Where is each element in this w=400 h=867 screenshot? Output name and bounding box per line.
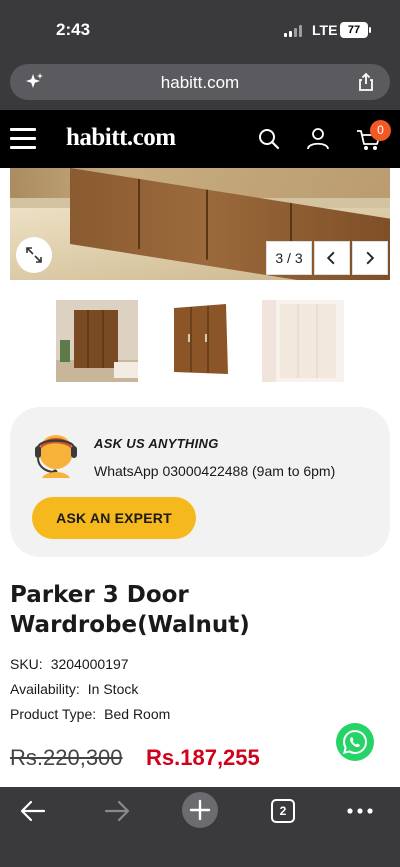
- availability-row: Availability: In Stock: [10, 681, 138, 697]
- network-type: LTE: [312, 22, 338, 38]
- ask-an-expert-button[interactable]: ASK AN EXPERT: [32, 497, 196, 539]
- sku-label: SKU:: [10, 656, 43, 672]
- cart-count-badge[interactable]: 0: [370, 120, 391, 141]
- thumbnail-2[interactable]: [160, 300, 242, 382]
- whatsapp-contact-text[interactable]: WhatsApp 03000422488 (9am to 6pm): [94, 463, 335, 479]
- next-image-button[interactable]: [352, 241, 388, 275]
- wardrobe-room-photo: [56, 300, 138, 382]
- availability-label: Availability:: [10, 681, 80, 697]
- sale-price: Rs.187,255: [146, 745, 260, 770]
- forward-icon[interactable]: [104, 799, 130, 823]
- plus-icon: [189, 799, 211, 821]
- browser-toolbar: 2: [0, 787, 400, 867]
- support-agent-icon: [35, 435, 77, 478]
- tabs-button[interactable]: 2: [271, 799, 295, 823]
- share-icon[interactable]: [356, 72, 376, 92]
- search-icon[interactable]: [258, 128, 280, 150]
- original-price: Rs.220,300: [10, 745, 123, 770]
- more-icon[interactable]: [346, 799, 374, 823]
- product-title: Parker 3 Door Wardrobe(Walnut): [10, 582, 250, 638]
- url-text[interactable]: habitt.com: [10, 73, 390, 93]
- product-type-label: Product Type:: [10, 706, 97, 722]
- back-icon[interactable]: [20, 799, 46, 823]
- address-bar[interactable]: habitt.com: [10, 64, 390, 100]
- chevron-left-icon: [326, 251, 335, 265]
- wardrobe-studio-photo: [160, 300, 242, 382]
- brand-logo[interactable]: habitt.com: [66, 124, 176, 152]
- expand-icon: [26, 247, 42, 263]
- sku-row: SKU: 3204000197: [10, 656, 129, 672]
- chevron-right-icon: [366, 251, 375, 265]
- new-tab-button[interactable]: [182, 792, 218, 828]
- battery-icon: 77: [340, 22, 371, 38]
- whatsapp-icon: [342, 729, 368, 755]
- user-icon[interactable]: [306, 126, 330, 150]
- status-time: 2:43: [56, 20, 91, 39]
- product-type-value: Bed Room: [104, 706, 171, 722]
- status-bar: 2:43 LTE 77: [0, 0, 400, 56]
- menu-icon[interactable]: [10, 128, 36, 150]
- previous-image-button[interactable]: [314, 241, 350, 275]
- wardrobe-light-photo: [262, 300, 344, 382]
- signal-icon: [284, 25, 304, 37]
- ask-us-title: ASK US ANYTHING: [94, 436, 219, 451]
- thumbnail-3[interactable]: [262, 300, 344, 382]
- whatsapp-chat-button[interactable]: [336, 723, 374, 761]
- zoom-button[interactable]: [16, 237, 52, 273]
- sku-value: 3204000197: [50, 656, 129, 672]
- product-type-row: Product Type: Bed Room: [10, 706, 170, 722]
- availability-value: In Stock: [87, 681, 139, 697]
- thumbnail-1[interactable]: [56, 300, 138, 382]
- site-header: habitt.com: [0, 110, 400, 168]
- image-counter: 3 / 3: [266, 241, 312, 275]
- browser-chrome-top: 2:43 LTE 77 habitt.com: [0, 0, 400, 110]
